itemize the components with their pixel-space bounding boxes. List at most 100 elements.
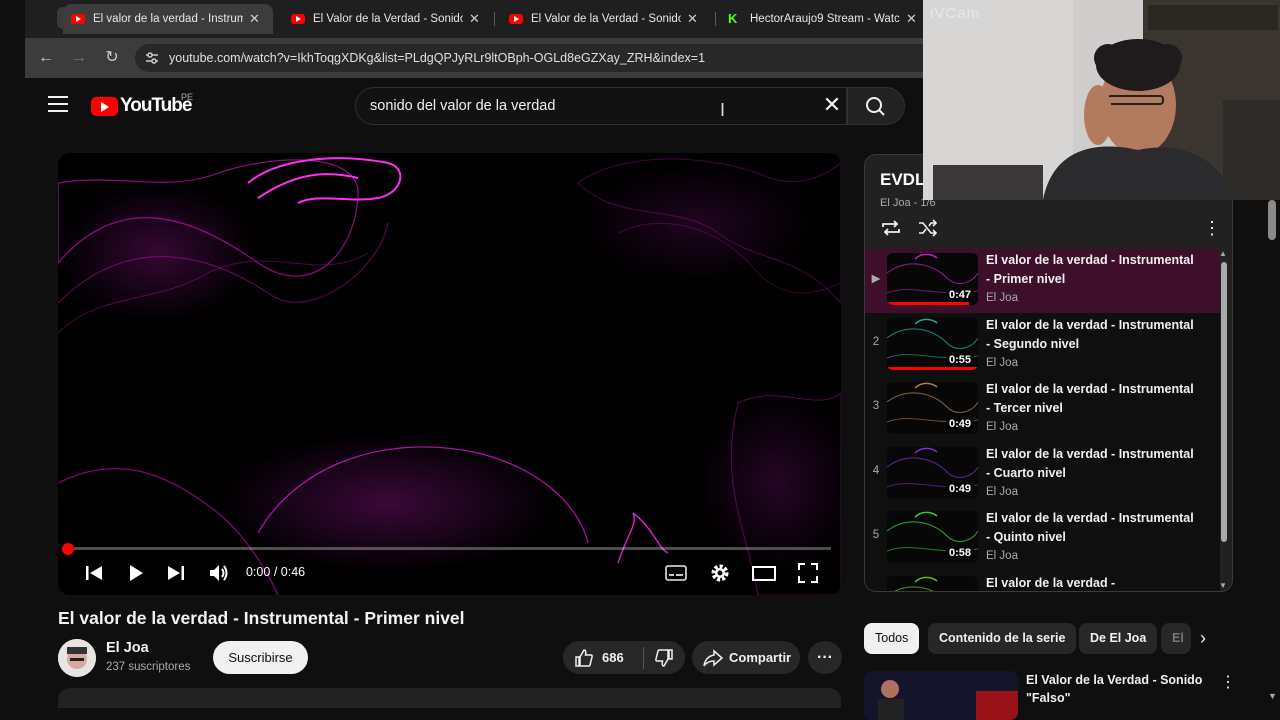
playlist-item-thumbnail[interactable]: 0:47: [887, 253, 978, 305]
hamburger-menu-icon[interactable]: [48, 96, 68, 112]
chip-series-content[interactable]: Contenido de la serie: [928, 623, 1077, 654]
playlist-item[interactable]: 5 0:58 El valor de la verdad - Instrumenta…: [865, 507, 1220, 571]
share-arrow-icon: [703, 648, 723, 667]
forward-arrow-icon[interactable]: →: [68, 47, 90, 69]
chevron-right-icon[interactable]: ›: [1200, 628, 1206, 649]
playlist-item-thumbnail[interactable]: 0:58: [887, 511, 978, 563]
playlist-items: ▶ 0:47 El valor de la verdad - Instrumenta…: [865, 249, 1220, 591]
playlist-item[interactable]: 3 0:49 El valor de la verdad - Instrumenta…: [865, 378, 1220, 442]
tab-title: El Valor de la Verdad - Sonido ": [313, 13, 463, 25]
youtube-favicon-icon: [509, 14, 523, 24]
tab-close-icon[interactable]: ✕: [687, 11, 698, 27]
like-dislike-group: 686: [563, 641, 685, 674]
youtube-play-logo-icon: [91, 96, 118, 116]
playlist-item-thumbnail[interactable]: 0:49: [887, 446, 978, 499]
theater-mode-icon[interactable]: [752, 561, 776, 585]
playlist-item-title: El valor de la verdad -: [986, 575, 1116, 590]
video-player[interactable]: 0:00 / 0:46: [58, 153, 841, 595]
watched-progress: [887, 302, 969, 305]
duration-badge: 0:49: [945, 418, 974, 430]
duration-badge: 0:58: [945, 547, 974, 559]
browser-tab-2[interactable]: El Valor de la Verdad - Sonido " ✕: [283, 6, 493, 32]
previous-icon[interactable]: [84, 561, 104, 585]
playlist-item-title: El valor de la verdad - Instrumental - T…: [986, 382, 1194, 415]
shuffle-icon[interactable]: [917, 219, 939, 242]
channel-avatar[interactable]: [58, 639, 96, 677]
browser-tab-4[interactable]: K HectorAraujo9 Stream - Watch ✕: [720, 6, 925, 32]
subscribe-button[interactable]: Suscribirse: [213, 641, 308, 674]
playlist-item-thumbnail[interactable]: 0:55: [887, 317, 978, 370]
text-cursor-icon: I: [720, 100, 726, 120]
playlist-item-thumbnail[interactable]: 0:49: [887, 382, 978, 434]
playlist-item-title: El valor de la verdad - Instrumental - S…: [986, 317, 1194, 351]
playlist-item[interactable]: 4 0:49 El valor de la verdad - Instrumenta…: [865, 443, 1220, 507]
clear-search-icon[interactable]: ✕: [820, 93, 844, 117]
tab-close-icon[interactable]: ✕: [249, 11, 260, 27]
thumbs-up-icon: [575, 648, 593, 667]
playlist-item-index: 4: [872, 464, 880, 477]
webcam-overlay: [923, 0, 1280, 200]
playlist-item-title: El valor de la verdad - Instrumental - P…: [986, 253, 1194, 286]
loop-icon[interactable]: [880, 219, 902, 242]
subtitles-icon[interactable]: [665, 561, 687, 585]
time-display: 0:00 / 0:46: [246, 565, 305, 579]
share-label: Compartir: [729, 650, 792, 665]
chip-from-channel[interactable]: De El Joa: [1079, 623, 1158, 654]
settings-gear-icon[interactable]: [709, 561, 731, 585]
progress-bar[interactable]: [68, 547, 831, 550]
share-button[interactable]: Compartir: [692, 641, 800, 674]
back-arrow-icon[interactable]: ←: [35, 47, 57, 69]
playlist-title[interactable]: EVDL: [880, 170, 925, 190]
dislike-button[interactable]: [644, 648, 674, 668]
webcam-app-label: iVCam: [930, 5, 981, 22]
tab-close-icon[interactable]: ✕: [469, 11, 480, 27]
address-bar[interactable]: youtube.com/watch?v=IkhToqgXDKg&list=PLd…: [135, 44, 935, 72]
browser-tab-3[interactable]: El Valor de la Verdad - Sonido " ✕: [501, 6, 711, 32]
more-actions-icon[interactable]: ···: [808, 641, 842, 674]
duration-badge: 0:47: [945, 289, 974, 301]
reload-icon[interactable]: ↻: [101, 47, 123, 69]
chip-all[interactable]: Todos: [864, 623, 920, 654]
search-button[interactable]: [847, 87, 905, 125]
tab-title: El valor de la verdad - Instrume: [93, 13, 243, 25]
like-button[interactable]: 686: [563, 648, 643, 668]
recommended-menu-icon[interactable]: ⋮: [1220, 672, 1236, 692]
video-frame-neon-art: [58, 157, 841, 595]
recommended-thumbnail[interactable]: [864, 671, 1018, 720]
browser-tab-1[interactable]: El valor de la verdad - Instrume ✕: [63, 4, 273, 34]
playlist-item[interactable]: 2 0:55 El valor de la verdad - Instrumenta…: [865, 314, 1220, 378]
time-separator: /: [270, 565, 281, 579]
country-code: PE: [181, 92, 194, 102]
playlist-menu-icon[interactable]: ⋮: [1203, 219, 1221, 237]
scroll-down-icon[interactable]: ▼: [1219, 581, 1227, 590]
search-input[interactable]: sonido del valor de la verdad: [355, 87, 847, 125]
youtube-logo[interactable]: YouTube PE: [91, 92, 193, 116]
playlist-item-channel: El Joa: [986, 421, 1018, 433]
tab-title: El Valor de la Verdad - Sonido ": [531, 13, 681, 25]
tab-close-icon[interactable]: ✕: [906, 11, 917, 27]
search-icon: [866, 97, 885, 116]
scroll-up-icon[interactable]: ▲: [1219, 249, 1227, 258]
page-scroll-down-icon[interactable]: ▼: [1268, 691, 1277, 701]
playlist-item-title: El valor de la verdad - Instrumental - Q…: [986, 511, 1194, 544]
playlist-item-thumbnail[interactable]: [887, 575, 978, 591]
site-settings-icon[interactable]: [145, 51, 159, 65]
playlist-scrollbar[interactable]: [1221, 262, 1227, 542]
fullscreen-icon[interactable]: [797, 561, 819, 585]
chip-more[interactable]: El: [1161, 623, 1191, 654]
volume-icon[interactable]: [208, 561, 230, 585]
playlist-item[interactable]: 6El valor de la verdad -: [865, 572, 1220, 591]
page-scrollbar[interactable]: [1268, 200, 1276, 240]
browser-tab-strip: ▼ El valor de la verdad - Instrume ✕ El …: [25, 0, 925, 38]
next-icon[interactable]: [166, 561, 186, 585]
youtube-favicon-icon: [71, 14, 85, 24]
playlist-item[interactable]: ▶ 0:47 El valor de la verdad - Instrumenta…: [865, 249, 1220, 313]
tab-title: HectorAraujo9 Stream - Watch: [750, 13, 900, 25]
webcam-feed: [923, 0, 1280, 200]
description-box[interactable]: [58, 688, 841, 708]
progress-scrubber[interactable]: [62, 543, 74, 555]
play-icon[interactable]: [126, 561, 146, 585]
recommended-title[interactable]: El Valor de la Verdad - Sonido "Falso": [1026, 671, 1206, 707]
playlist-item-channel: El Joa: [986, 550, 1018, 562]
channel-name[interactable]: El Joa: [106, 640, 149, 656]
